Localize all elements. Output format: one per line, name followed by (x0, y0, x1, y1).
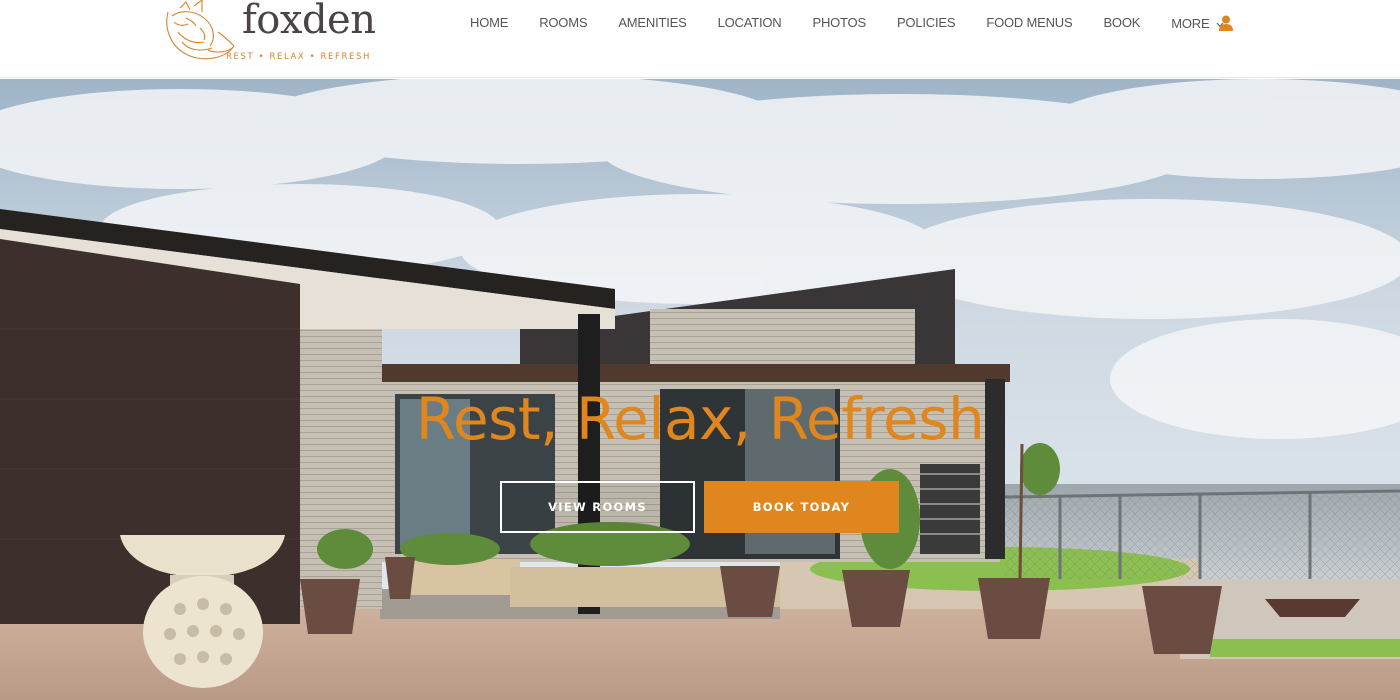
main-nav: HOME ROOMS AMENITIES LOCATION PHOTOS POL… (470, 14, 1255, 34)
nav-photos[interactable]: PHOTOS (812, 14, 866, 34)
view-rooms-button[interactable]: VIEW ROOMS (500, 481, 695, 533)
site-logo[interactable]: foxden REST • RELAX • REFRESH (160, 0, 376, 64)
nav-book[interactable]: BOOK (1103, 14, 1140, 34)
nav-home[interactable]: HOME (470, 14, 508, 34)
nav-more-label: MORE (1171, 16, 1210, 31)
nav-location[interactable]: LOCATION (718, 14, 782, 34)
nav-policies[interactable]: POLICIES (897, 14, 956, 34)
logo-tagline: REST • RELAX • REFRESH (226, 52, 371, 62)
nav-food-menus[interactable]: FOOD MENUS (986, 14, 1072, 34)
user-icon[interactable] (1217, 14, 1235, 32)
nav-amenities[interactable]: AMENITIES (618, 14, 686, 34)
nav-rooms[interactable]: ROOMS (539, 14, 587, 34)
logo-wordmark: foxden (242, 0, 376, 43)
hero-title: Rest, Relax, Refresh (415, 385, 985, 453)
site-header: foxden REST • RELAX • REFRESH HOME ROOMS… (0, 0, 1400, 78)
book-today-button[interactable]: BOOK TODAY (704, 481, 899, 533)
hero-section: Rest, Relax, Refresh VIEW ROOMS BOOK TOD… (0, 79, 1400, 700)
